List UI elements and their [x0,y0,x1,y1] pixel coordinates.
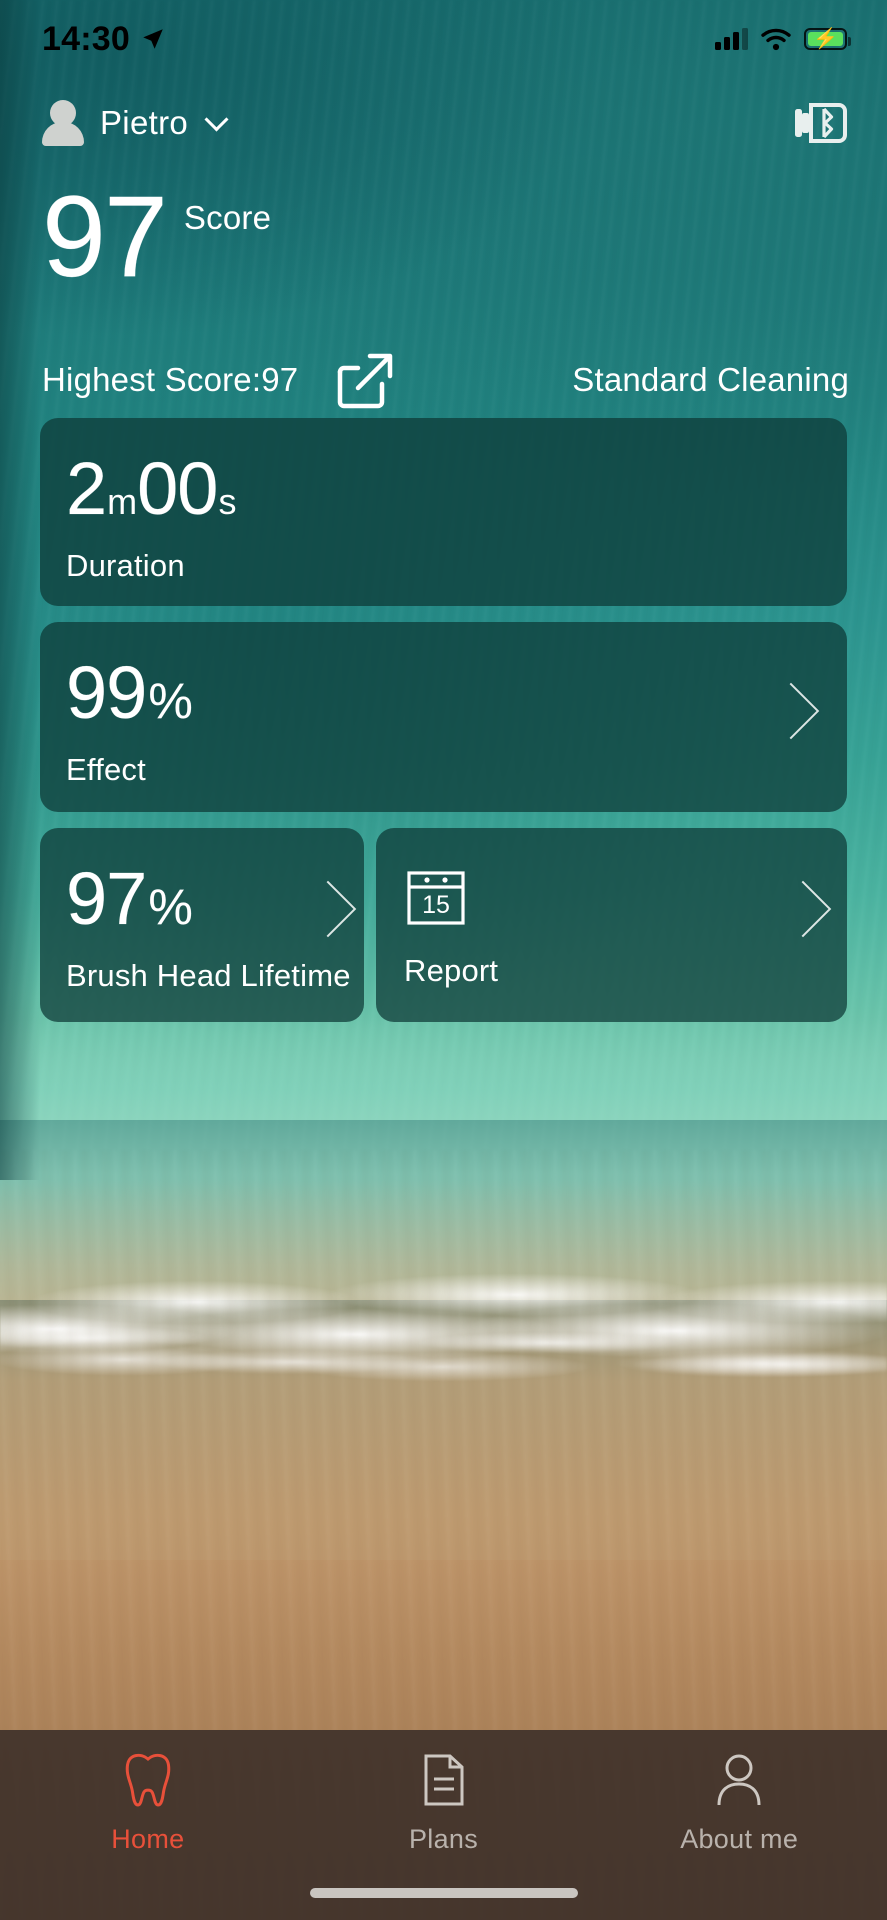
user-avatar-icon [42,100,84,146]
status-bar-left: 14:30 [42,20,166,59]
user-profile-button[interactable]: Pietro [42,100,229,146]
location-arrow-icon [143,29,163,49]
document-icon [422,1752,466,1808]
tab-plans[interactable]: Plans [296,1752,592,1855]
card-brush-head-lifetime[interactable]: 97 % Brush Head Lifetime [40,828,364,1022]
status-time: 14:30 [42,19,130,58]
cellular-signal-icon [715,28,748,50]
effect-percent-sign: % [148,673,193,729]
highest-score-text: Highest Score:97 [42,361,299,398]
stats-cards: 2 m 00 s Duration 99 % Effect 97 % Brush… [40,418,847,1022]
calendar-icon: 15 [407,871,465,925]
status-bar: 14:30 ⚡ [0,0,887,78]
tab-about-me[interactable]: About me [591,1752,887,1855]
tab-about-me-label: About me [680,1824,799,1854]
bottom-tab-bar: Home Plans About me [0,1730,887,1920]
duration-minutes: 2 [66,447,108,530]
status-bar-right: ⚡ [715,28,851,51]
calendar-day: 15 [422,891,450,919]
duration-seconds: 00 [137,447,219,530]
brush-head-label: Brush Head Lifetime [66,958,351,993]
effect-value: 99 % [66,651,847,734]
user-name: Pietro [100,104,189,141]
score-value: 97 [42,173,168,301]
card-effect[interactable]: 99 % Effect [40,622,847,812]
wifi-icon [761,28,791,50]
duration-minutes-unit: m [107,481,138,522]
report-label: Report [404,953,499,988]
score-subrow: Highest Score:97 Standard Cleaning [0,350,887,410]
cleaning-mode-label: Standard Cleaning [572,361,849,398]
home-indicator[interactable] [309,1888,578,1898]
duration-value: 2 m 00 s [66,447,847,530]
card-report[interactable]: 15 Report [376,828,847,1022]
app-header: Pietro [0,88,887,158]
chevron-down-icon [204,107,229,132]
brush-head-value: 97 % [66,857,364,940]
tooth-icon [123,1752,173,1808]
person-icon [715,1752,763,1808]
duration-seconds-unit: s [218,481,237,522]
score-block: 97 Score [42,173,272,301]
brush-head-percent-sign: % [148,879,193,935]
background-left-rocks [0,0,40,1180]
share-export-icon[interactable] [334,350,394,410]
tab-plans-label: Plans [408,1824,479,1854]
battery-charging-icon: ⚡ [804,28,851,50]
effect-number: 99 [66,651,148,734]
score-label: Score [183,199,272,236]
brush-head-number: 97 [66,857,148,940]
tab-home[interactable]: Home [0,1752,296,1855]
toothbrush-bluetooth-icon[interactable] [793,97,849,149]
card-duration[interactable]: 2 m 00 s Duration [40,418,847,606]
duration-label: Duration [66,548,185,583]
tab-home-label: Home [111,1824,185,1854]
effect-label: Effect [66,752,146,787]
